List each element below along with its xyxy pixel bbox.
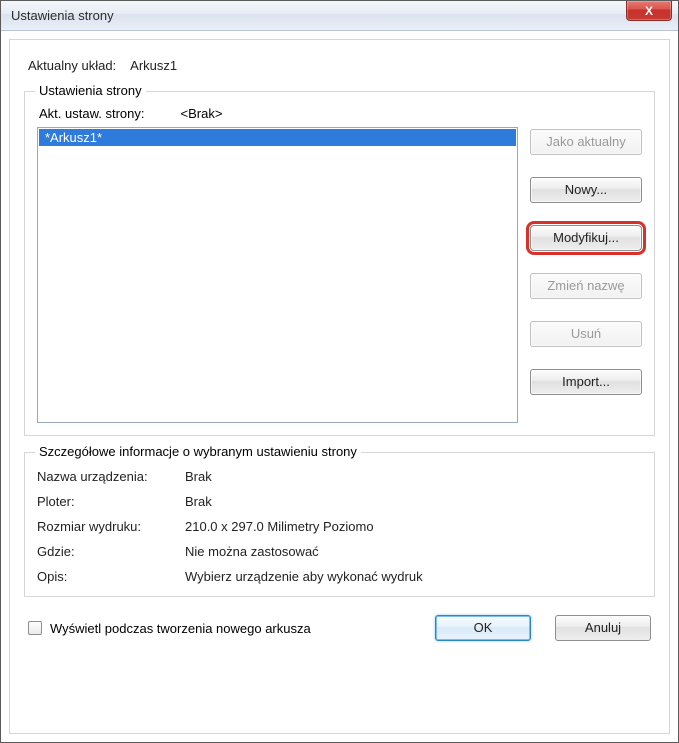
client-area: Aktualny układ: Arkusz1 Ustawienia stron… — [1, 31, 678, 742]
details-group-title: Szczegółowe informacje o wybranym ustawi… — [35, 444, 361, 459]
modify-button[interactable]: Modyfikuj... — [530, 225, 642, 251]
details-grid: Nazwa urządzenia: Brak Ploter: Brak Rozm… — [37, 469, 642, 584]
current-layout-label: Aktualny układ: — [28, 58, 116, 73]
current-page-setting-label: Akt. ustaw. strony: — [39, 106, 145, 121]
where-value: Nie można zastosować — [185, 544, 642, 559]
current-page-setting-value: <Brak> — [181, 106, 223, 121]
page-settings-listbox[interactable]: *Arkusz1* — [37, 127, 518, 423]
page-settings-group: Ustawienia strony Akt. ustaw. strony: <B… — [24, 91, 655, 436]
page-settings-group-title: Ustawienia strony — [35, 83, 146, 98]
as-current-button: Jako aktualny — [530, 129, 642, 155]
close-button[interactable]: X — [626, 1, 672, 21]
button-column: Jako aktualny Nowy... Modyfikuj... Zmień… — [530, 127, 642, 395]
window-title: Ustawienia strony — [11, 8, 114, 23]
close-icon: X — [645, 4, 653, 18]
titlebar: Ustawienia strony X — [1, 1, 678, 31]
desc-label: Opis: — [37, 569, 177, 584]
inner-panel: Aktualny układ: Arkusz1 Ustawienia stron… — [9, 39, 670, 734]
dialog-window: Ustawienia strony X Aktualny układ: Arku… — [0, 0, 679, 743]
plotter-value: Brak — [185, 494, 642, 509]
ok-button[interactable]: OK — [435, 615, 531, 641]
desc-value: Wybierz urządzenie aby wykonać wydruk — [185, 569, 642, 584]
current-layout-value: Arkusz1 — [130, 58, 177, 73]
show-on-new-sheet-checkbox[interactable] — [28, 621, 42, 635]
where-label: Gdzie: — [37, 544, 177, 559]
details-group: Szczegółowe informacje o wybranym ustawi… — [24, 452, 655, 597]
list-item[interactable]: *Arkusz1* — [39, 129, 516, 146]
delete-button: Usuń — [530, 321, 642, 347]
show-on-new-sheet-label: Wyświetl podczas tworzenia nowego arkusz… — [50, 621, 427, 636]
size-label: Rozmiar wydruku: — [37, 519, 177, 534]
new-button[interactable]: Nowy... — [530, 177, 642, 203]
cancel-button[interactable]: Anuluj — [555, 615, 651, 641]
list-pane: *Arkusz1* Jako aktualny Nowy... Modyfiku… — [37, 127, 642, 423]
import-button[interactable]: Import... — [530, 369, 642, 395]
device-label: Nazwa urządzenia: — [37, 469, 177, 484]
device-value: Brak — [185, 469, 642, 484]
current-layout-row: Aktualny układ: Arkusz1 — [28, 58, 651, 73]
rename-button: Zmień nazwę — [530, 273, 642, 299]
current-page-setting-row: Akt. ustaw. strony: <Brak> — [39, 106, 640, 121]
bottom-row: Wyświetl podczas tworzenia nowego arkusz… — [24, 615, 655, 641]
plotter-label: Ploter: — [37, 494, 177, 509]
size-value: 210.0 x 297.0 Milimetry Poziomo — [185, 519, 642, 534]
